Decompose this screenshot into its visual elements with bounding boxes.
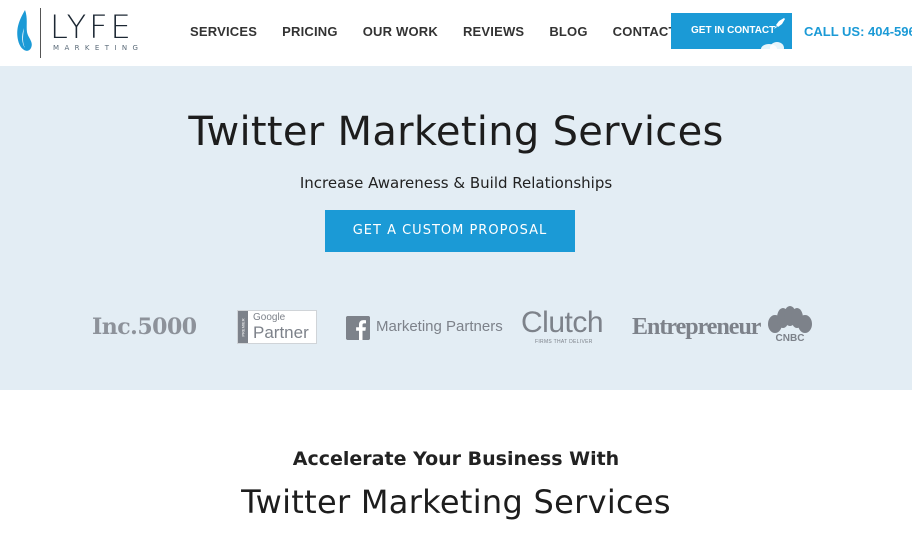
nav-item-blog[interactable]: BLOG [549, 23, 587, 41]
logo-wordmark: LYFE [50, 8, 134, 46]
get-in-contact-label: GET IN CONTACT [691, 25, 776, 36]
logo-divider [40, 8, 41, 58]
custom-proposal-button[interactable]: GET A CUSTOM PROPOSAL [325, 210, 575, 252]
clutch-tagline: FIRMS THAT DELIVER [535, 339, 593, 345]
site-header: LYFE MARKETING SERVICES PRICING OUR WORK… [0, 0, 912, 66]
facebook-icon [346, 316, 370, 340]
hero-section: Twitter Marketing Services Increase Awar… [0, 66, 912, 390]
nav-item-our-work[interactable]: OUR WORK [363, 23, 438, 41]
main-nav: SERVICES PRICING OUR WORK REVIEWS BLOG C… [190, 23, 677, 41]
peacock-icon [768, 306, 812, 333]
premier-label: PREMIER [240, 318, 246, 337]
nav-item-contact[interactable]: CONTACT [613, 23, 677, 41]
clutch-logo: Clutch [521, 306, 604, 339]
badge-row: Inc.5000 PREMIER Google Partner Marketin… [0, 306, 912, 350]
section-title: Twitter Marketing Services [241, 483, 671, 521]
nav-item-reviews[interactable]: REVIEWS [463, 23, 524, 41]
lyfe-logo[interactable]: LYFE MARKETING [12, 4, 142, 60]
google-partner-logo: PREMIER Google Partner [237, 310, 317, 344]
inc-5000-logo: Inc.5000 [92, 314, 197, 340]
cnbc-logo: CNBC [766, 306, 814, 344]
get-in-contact-button[interactable]: GET IN CONTACT [671, 13, 792, 49]
google-partner-partner: Partner [253, 323, 309, 342]
call-us-link[interactable]: CALL US: 404-596- [804, 23, 912, 41]
rocket-icon [774, 18, 785, 29]
nav-item-services[interactable]: SERVICES [190, 23, 257, 41]
section-subtitle: Accelerate Your Business With [292, 448, 620, 470]
hero-title: Twitter Marketing Services [188, 109, 724, 155]
entrepreneur-logo: Entrepreneur [632, 314, 761, 340]
cnbc-wordmark: CNBC [775, 333, 805, 344]
cloud-icon [761, 42, 784, 49]
premier-strip: PREMIER [238, 311, 248, 343]
hero-subtitle: Increase Awareness & Build Relationships [299, 174, 613, 192]
facebook-marketing-partners-logo: Marketing Partners [376, 318, 503, 335]
flame-icon [17, 10, 32, 51]
logo-tagline: MARKETING [53, 44, 144, 52]
nav-item-pricing[interactable]: PRICING [282, 23, 338, 41]
